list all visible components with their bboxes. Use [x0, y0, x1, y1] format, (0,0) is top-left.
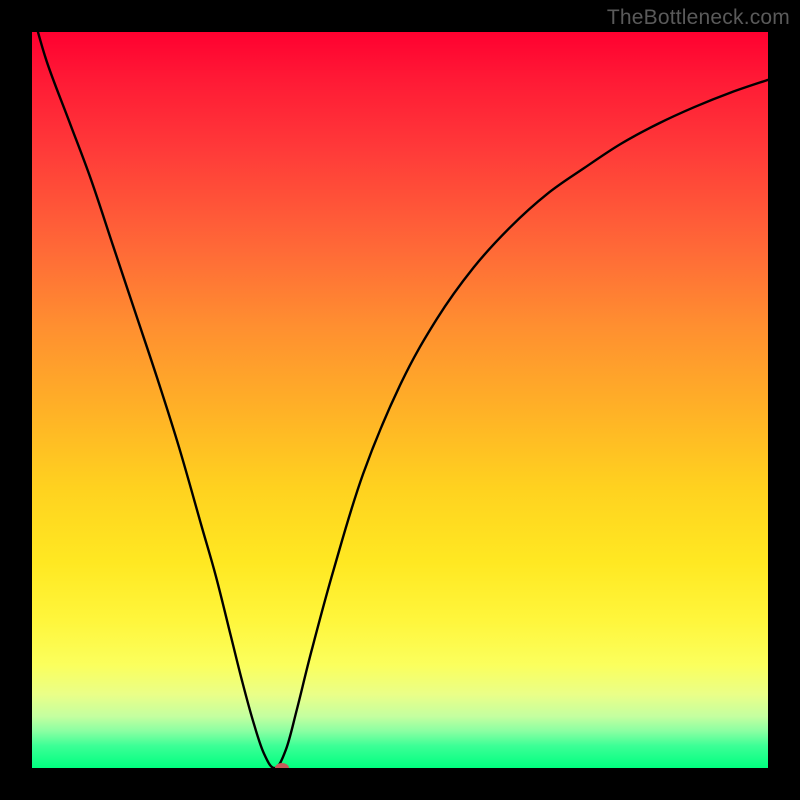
chart-frame: TheBottleneck.com	[0, 0, 800, 800]
watermark-text: TheBottleneck.com	[607, 6, 790, 30]
optimum-marker	[275, 763, 289, 768]
plot-area	[32, 32, 768, 768]
bottleneck-curve	[32, 32, 768, 768]
